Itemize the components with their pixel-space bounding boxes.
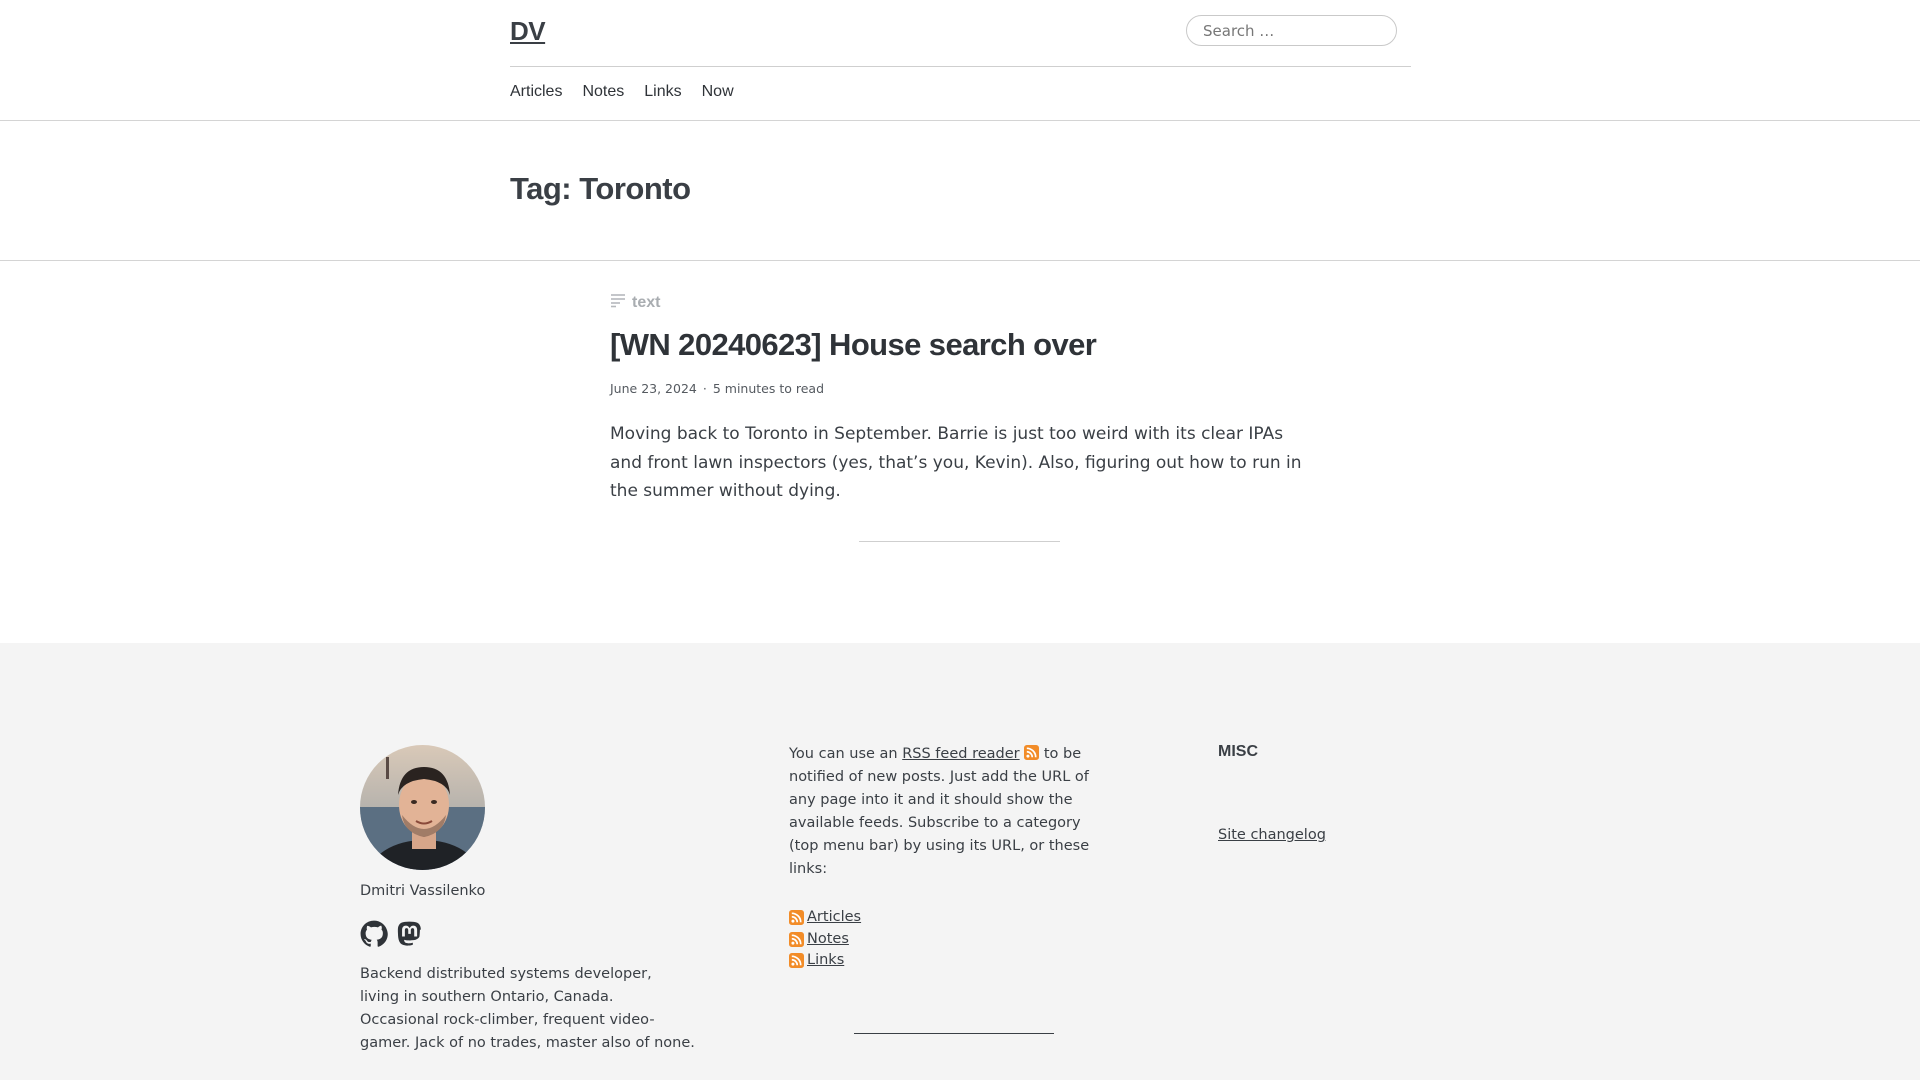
footer-divider <box>854 1033 1054 1034</box>
rss-icon <box>789 931 804 947</box>
header-divider <box>510 66 1411 67</box>
post-title-link[interactable]: [WN 20240623] House search over <box>610 327 1097 362</box>
post-divider <box>859 541 1060 542</box>
tag-header: Tag: Toronto <box>0 121 1920 261</box>
rss-icon <box>789 953 804 969</box>
feed-link-notes[interactable]: Notes <box>789 929 861 951</box>
post-title: [WN 20240623] House search over <box>610 327 1310 363</box>
rss-info: You can use an RSS feed reader to be not… <box>789 743 1114 881</box>
post-date: June 23, 2024 <box>610 381 697 396</box>
nav-links[interactable]: Links <box>644 83 681 101</box>
feed-link-links[interactable]: Links <box>789 950 861 972</box>
avatar <box>360 745 485 870</box>
rss-text-after: to be notified of new posts. Just add th… <box>789 746 1090 877</box>
author-name: Dmitri Vassilenko <box>360 883 486 899</box>
rss-icon <box>1024 745 1040 760</box>
search-box[interactable] <box>1186 15 1397 46</box>
site-header: DV Articles Notes Links Now <box>0 0 1920 121</box>
post-meta: June 23, 2024 · 5 minutes to read <box>610 381 1310 396</box>
meta-separator: · <box>702 381 707 396</box>
text-lines-icon <box>610 292 626 313</box>
nav-notes[interactable]: Notes <box>582 83 624 101</box>
post-entry: text [WN 20240623] House search over Jun… <box>610 292 1310 506</box>
nav-now[interactable]: Now <box>702 83 734 101</box>
rss-reader-link[interactable]: RSS feed reader <box>902 746 1019 762</box>
nav-articles[interactable]: Articles <box>510 83 562 101</box>
author-bio: Backend distributed systems developer, l… <box>360 966 695 1051</box>
site-footer: Dmitri Vassilenko Backend distributed sy… <box>0 643 1920 1080</box>
site-title-link[interactable]: DV <box>510 16 546 47</box>
rss-text-before: You can use an <box>789 746 903 762</box>
rss-icon <box>789 910 804 926</box>
search-input[interactable] <box>1187 16 1396 45</box>
feed-label: Notes <box>807 930 849 947</box>
post-excerpt: Moving back to Toronto in September. Bar… <box>610 424 1302 501</box>
post-type-label: text <box>632 293 661 311</box>
feed-label: Links <box>807 952 845 968</box>
feed-label: Articles <box>807 909 862 925</box>
feed-link-articles[interactable]: Articles <box>789 907 861 929</box>
github-icon[interactable] <box>360 920 388 948</box>
page-title: Tag: Toronto <box>510 171 691 206</box>
main-nav: Articles Notes Links Now <box>510 83 734 101</box>
post-type: text <box>610 292 1310 313</box>
mastodon-icon[interactable] <box>396 920 424 948</box>
misc-heading: MISC <box>1218 743 1258 760</box>
read-time: 5 minutes to read <box>712 381 825 396</box>
site-changelog-link[interactable]: Site changelog <box>1218 827 1326 843</box>
feed-list: Articles Notes Links <box>789 907 861 972</box>
social-links <box>360 920 424 948</box>
